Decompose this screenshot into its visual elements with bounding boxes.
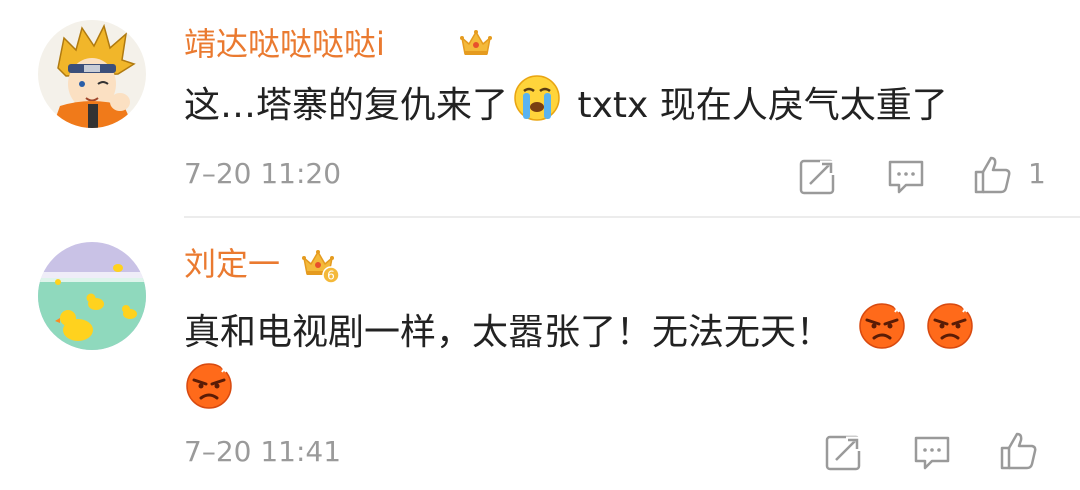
angry-face-icon [184, 360, 234, 414]
like-icon[interactable] [998, 430, 1038, 470]
comment-text: 这…塔寨的复仇来了 txtx 现在人戾气太重了 [184, 73, 948, 141]
comment-icon[interactable] [912, 432, 952, 472]
timestamp: 7–20 11:20 [184, 157, 342, 190]
timestamp: 7–20 11:41 [184, 435, 342, 468]
comment-item: 靖达哒哒哒哒i 这…塔寨的复仇来了 txtx 现在人戾气太重了 7–20 11:… [0, 0, 1080, 220]
angry-face-icon [857, 300, 907, 368]
avatar[interactable] [38, 242, 146, 350]
avatar[interactable] [38, 20, 146, 128]
comment-text-part: 这…塔寨的复仇来了 [184, 85, 509, 126]
username[interactable]: 靖达哒哒哒哒i [184, 24, 385, 64]
repost-icon[interactable] [824, 432, 864, 472]
like-icon[interactable] [972, 154, 1012, 194]
angry-face-icon [925, 300, 975, 368]
comment-text-line [184, 360, 234, 414]
badge-level: 6 [327, 269, 335, 283]
comment-icon[interactable] [886, 156, 926, 196]
comment-text: 真和电视剧一样，太嚣张了！无法无天！ [184, 300, 975, 368]
username[interactable]: 刘定一 [184, 244, 280, 284]
comment-text-part: 真和电视剧一样，太嚣张了！无法无天！ [184, 312, 833, 353]
repost-icon[interactable] [798, 156, 838, 196]
crown-badge-icon: 6 [300, 246, 340, 284]
divider [184, 216, 1080, 218]
crown-badge-icon [458, 26, 494, 60]
comment-item: 刘定一 6 真和电视剧一样，太嚣张了！无法无天！ 7–20 11:41 [0, 220, 1080, 490]
crying-face-icon [512, 73, 562, 141]
like-count: 1 [1028, 157, 1046, 190]
comment-text-part: txtx 现在人戾气太重了 [566, 85, 948, 126]
